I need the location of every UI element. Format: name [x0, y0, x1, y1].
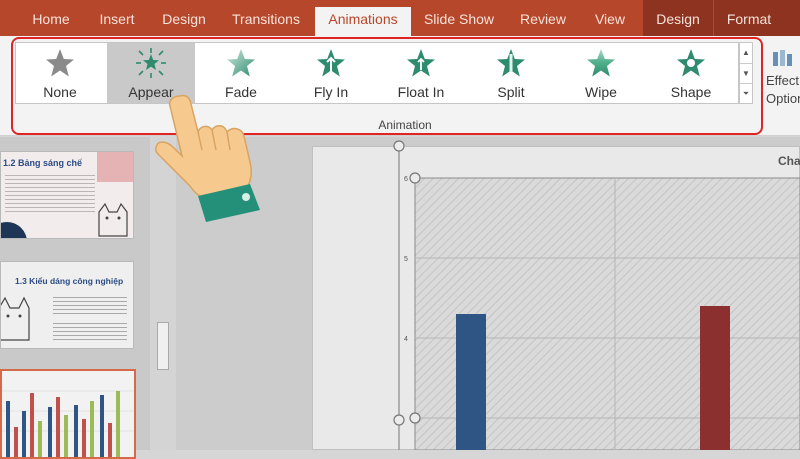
effect-options-label-line1: Effect — [766, 73, 800, 88]
scrollbar-thumb[interactable] — [157, 322, 169, 370]
effect-options-icon[interactable] — [772, 48, 794, 70]
effect-options-button[interactable]: Effect Options — [766, 72, 800, 108]
cat-illustration-icon — [98, 202, 128, 237]
highlight-frame — [11, 37, 763, 135]
thumbnail-text-lines — [53, 320, 127, 342]
thumbnail-decoration — [1, 222, 27, 238]
tab-bar-overflow — [784, 0, 800, 36]
thumbnail-title: 1.3 Kiểu dáng công nghiệp — [15, 276, 124, 286]
chart-object[interactable]: 6 5 4 — [390, 136, 800, 450]
chart-bar-red[interactable] — [700, 306, 730, 450]
tab-chart-design[interactable]: Design — [643, 0, 713, 36]
pointing-hand-icon — [155, 94, 260, 222]
plot-resize-handle[interactable] — [409, 172, 421, 184]
tab-format[interactable]: Format — [714, 0, 784, 36]
plot-resize-handle[interactable] — [409, 412, 421, 424]
tab-view[interactable]: View — [584, 0, 636, 36]
cat-illustration-icon — [1, 296, 30, 341]
thumbnail-title: 1.2 Bảng sáng chế — [3, 158, 83, 168]
tab-transitions[interactable]: Transitions — [224, 0, 308, 36]
slide-thumbnail-1[interactable]: 1.2 Bảng sáng chế — [0, 151, 134, 239]
y-tick-label: 5 — [404, 256, 408, 263]
tab-animations[interactable]: Animations — [315, 7, 411, 36]
y-tick-label: 6 — [404, 176, 408, 183]
tab-review[interactable]: Review — [512, 0, 574, 36]
thumbnail-corner-shape — [97, 152, 133, 182]
y-tick-label: 4 — [404, 336, 408, 343]
effect-options-label-line2: Options — [766, 91, 800, 106]
thumbnail-text-lines — [5, 172, 95, 212]
tab-home[interactable]: Home — [20, 0, 82, 36]
resize-handle[interactable] — [393, 414, 405, 426]
tab-design[interactable]: Design — [152, 0, 216, 36]
chart-bar-blue[interactable] — [456, 314, 486, 450]
ribbon-tab-bar: Home Insert Design Transitions Animation… — [0, 0, 800, 36]
tab-slide-show[interactable]: Slide Show — [418, 0, 500, 36]
slide-thumbnail-2[interactable]: 1.3 Kiểu dáng công nghiệp — [0, 261, 134, 349]
thumbnail-chart — [2, 390, 134, 457]
slide-thumbnail-3[interactable] — [0, 369, 136, 459]
tab-insert[interactable]: Insert — [90, 0, 144, 36]
resize-handle[interactable] — [393, 140, 405, 152]
thumbnail-text-lines — [53, 294, 127, 316]
